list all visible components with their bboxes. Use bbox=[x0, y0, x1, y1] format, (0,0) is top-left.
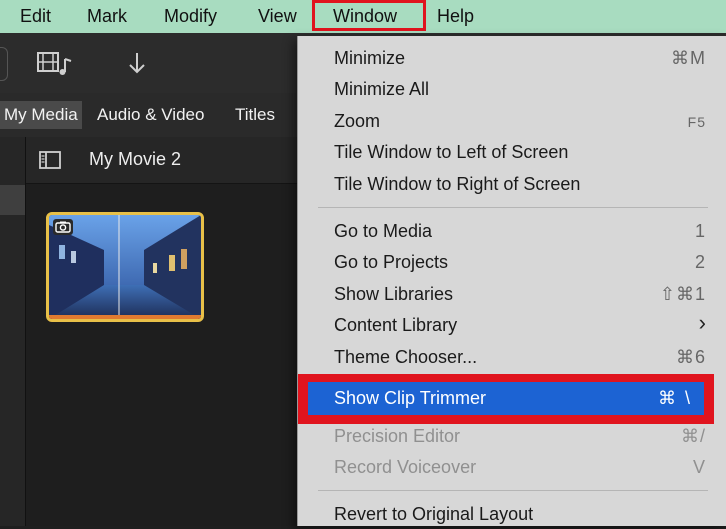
video-clip-thumbnail[interactable] bbox=[46, 212, 204, 322]
show-clip-trimmer-callout: Show Clip Trimmer ⌘ \ bbox=[298, 374, 714, 424]
menu-item-minimize-all[interactable]: Minimize All bbox=[298, 74, 726, 104]
menu-item-label: Revert to Original Layout bbox=[334, 504, 534, 524]
menu-item-label: Tile Window to Right of Screen bbox=[334, 174, 581, 194]
menu-item-minimize[interactable]: Minimize ⌘M bbox=[298, 43, 726, 73]
media-browser bbox=[26, 184, 300, 526]
menu-item-go-to-media[interactable]: Go to Media 1 bbox=[298, 216, 726, 246]
menu-item-label: Content Library bbox=[334, 315, 458, 335]
menu-bar: Edit Mark Modify View Window Help bbox=[0, 0, 726, 33]
media-tabs: My Media Audio & Video Titles bbox=[0, 93, 300, 138]
menu-item-show-libraries[interactable]: Show Libraries ⇧⌘1 bbox=[298, 279, 726, 309]
download-arrow-icon[interactable] bbox=[126, 50, 148, 81]
menu-item-label: Precision Editor bbox=[334, 426, 461, 446]
library-sidebar bbox=[0, 137, 26, 526]
menu-item-tile-left[interactable]: Tile Window to Left of Screen bbox=[298, 137, 726, 167]
menu-item-label: Go to Projects bbox=[334, 252, 449, 272]
menu-item-shortcut: F5 bbox=[687, 114, 706, 130]
menu-item-revert-layout[interactable]: Revert to Original Layout bbox=[298, 499, 726, 529]
menu-item-record-voiceover[interactable]: Record Voiceover V bbox=[298, 452, 726, 482]
menu-item-zoom[interactable]: Zoom F5 bbox=[298, 106, 726, 136]
film-music-icon[interactable] bbox=[36, 50, 76, 81]
menu-mark[interactable]: Mark bbox=[87, 0, 127, 33]
menu-item-shortcut: ⌘ \ bbox=[657, 388, 692, 408]
menu-item-label: Show Libraries bbox=[334, 284, 454, 304]
sidebar-toggle-icon[interactable] bbox=[39, 151, 61, 174]
menu-item-content-library[interactable]: Content Library › bbox=[298, 310, 726, 340]
menu-item-shortcut: 1 bbox=[694, 221, 706, 241]
menu-edit[interactable]: Edit bbox=[20, 0, 51, 33]
tab-titles[interactable]: Titles bbox=[235, 101, 275, 129]
menu-item-shortcut: ⌘6 bbox=[675, 347, 706, 367]
menu-item-label: Show Clip Trimmer bbox=[334, 388, 487, 408]
project-header: My Movie 2 bbox=[26, 137, 300, 184]
menu-separator bbox=[318, 207, 708, 208]
menu-item-theme-chooser[interactable]: Theme Chooser... ⌘6 bbox=[298, 342, 726, 372]
tab-audio-video[interactable]: Audio & Video bbox=[97, 101, 204, 129]
menu-item-label: Zoom bbox=[334, 111, 381, 131]
menu-modify[interactable]: Modify bbox=[164, 0, 217, 33]
menu-item-shortcut: 2 bbox=[694, 252, 706, 272]
menu-item-tile-right[interactable]: Tile Window to Right of Screen bbox=[298, 169, 726, 199]
menu-item-label: Tile Window to Left of Screen bbox=[334, 142, 569, 162]
menu-window[interactable]: Window bbox=[333, 0, 397, 33]
menu-item-show-clip-trimmer[interactable]: Show Clip Trimmer ⌘ \ bbox=[308, 382, 704, 415]
chevron-right-icon: › bbox=[698, 310, 707, 335]
menu-item-shortcut: ⌘M bbox=[671, 48, 706, 68]
menu-item-label: Theme Chooser... bbox=[334, 347, 478, 367]
menu-help[interactable]: Help bbox=[437, 0, 474, 33]
menu-item-label: Record Voiceover bbox=[334, 457, 477, 477]
sidebar-selected-item[interactable] bbox=[0, 185, 25, 215]
menu-item-label: Minimize bbox=[334, 48, 406, 68]
project-title: My Movie 2 bbox=[89, 149, 182, 169]
window-menu-dropdown: Minimize ⌘M Minimize All Zoom F5 Tile Wi… bbox=[297, 36, 726, 526]
toolbar-edge-button[interactable] bbox=[0, 47, 8, 81]
menu-item-shortcut: ⇧⌘1 bbox=[659, 284, 706, 304]
menu-item-precision-editor[interactable]: Precision Editor ⌘/ bbox=[298, 421, 726, 451]
menu-item-label: Go to Media bbox=[334, 221, 433, 241]
menu-view[interactable]: View bbox=[258, 0, 297, 33]
camera-icon bbox=[53, 219, 73, 240]
tab-my-media[interactable]: My Media bbox=[0, 101, 82, 129]
menu-item-shortcut: V bbox=[692, 457, 706, 477]
menu-item-shortcut: ⌘/ bbox=[680, 426, 706, 446]
menu-item-go-to-projects[interactable]: Go to Projects 2 bbox=[298, 247, 726, 277]
menu-separator bbox=[318, 490, 708, 491]
menu-item-label: Minimize All bbox=[334, 79, 430, 99]
